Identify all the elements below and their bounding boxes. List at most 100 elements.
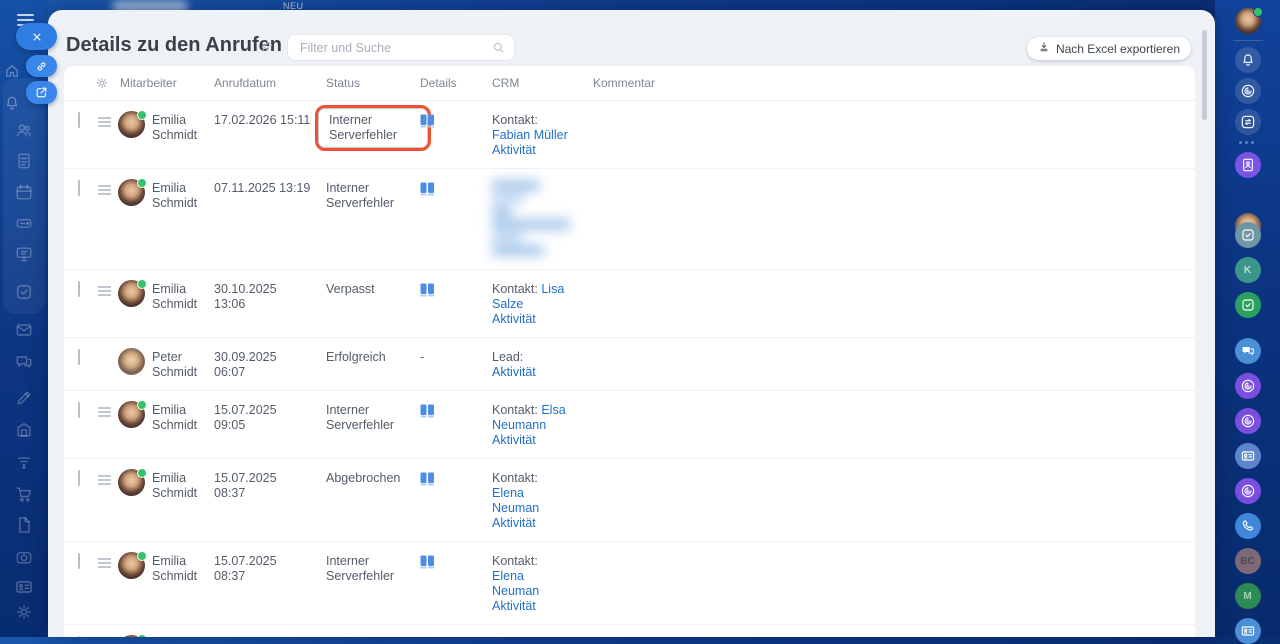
pin-icon[interactable] (259, 39, 274, 54)
crm-contact-link[interactable]: Neumann (492, 418, 546, 432)
col-header-anrufdatum[interactable]: Anrufdatum (214, 76, 326, 90)
crm-activity-link[interactable]: Aktivität (492, 365, 536, 379)
copilot-4-icon[interactable] (1234, 478, 1261, 504)
crm-contact-link[interactable]: Neuman (492, 501, 539, 515)
drag-handle-icon[interactable] (98, 282, 118, 298)
sidebar-item-calendar-icon[interactable] (14, 182, 34, 202)
sidebar-item-drive-icon[interactable] (14, 213, 34, 233)
drag-handle-icon[interactable] (98, 181, 118, 197)
drag-handle-icon[interactable] (98, 471, 118, 487)
right-sidebar: K BC M (1215, 0, 1280, 644)
crm-line: Kontakt: Lisa (492, 282, 565, 296)
call-row: Emilia Schmidt 30.10.2025 13:06 Verpasst Kon… (64, 270, 1195, 338)
crm-contact-link[interactable]: Lisa (541, 282, 564, 296)
sidebar-item-tasks-icon[interactable] (14, 282, 34, 302)
crm-activity-link[interactable]: Aktivität (492, 143, 536, 157)
crm-line: Kontakt: (492, 554, 538, 568)
telephony-icon[interactable] (1234, 513, 1261, 539)
chat-k[interactable]: K (1234, 257, 1261, 283)
crm-contact-link[interactable]: Neuman (492, 584, 539, 598)
crm-contact-link[interactable]: Elena (492, 569, 524, 583)
contact-card-icon[interactable] (1234, 443, 1261, 469)
call-details-icon[interactable] (420, 555, 435, 573)
call-date: 15.07.2025 08:37 (214, 554, 277, 583)
call-details-icon[interactable] (420, 283, 435, 301)
drag-handle-icon[interactable] (98, 113, 118, 129)
tasks-muted-icon[interactable] (1234, 222, 1261, 248)
row-checkbox[interactable] (78, 402, 80, 418)
copilot-3-icon[interactable] (1234, 408, 1261, 434)
row-checkbox[interactable] (78, 281, 80, 297)
crm-line: Aktivität (492, 599, 587, 614)
chat-m[interactable]: M (1234, 583, 1261, 609)
row-checkbox[interactable] (78, 112, 80, 128)
crm-activity-link[interactable]: Aktivität (492, 312, 536, 326)
sidebar-item-employees-icon[interactable] (14, 120, 34, 140)
col-header-kommentar[interactable]: Kommentar (593, 76, 1195, 90)
crm-line: Neuman (492, 501, 587, 516)
notifications-icon[interactable] (1234, 47, 1261, 73)
crm-activity-link[interactable]: Aktivität (492, 599, 536, 613)
sidebar-item-contact-center-icon[interactable] (14, 577, 34, 597)
employee-name: Emilia Schmidt (152, 554, 198, 583)
employee-avatar (118, 178, 147, 206)
profile-avatar[interactable] (1234, 7, 1263, 34)
crm-contact-link[interactable]: Fabian Müller (492, 128, 568, 142)
sidebar-item-vault-icon[interactable] (14, 420, 34, 440)
crm-line: Fabian Müller (492, 128, 587, 143)
call-details-icon[interactable] (420, 182, 435, 200)
drag-handle-icon[interactable] (98, 403, 118, 419)
row-checkbox[interactable] (78, 553, 80, 569)
copilot-icon[interactable] (1234, 78, 1261, 104)
contact-card-2-icon[interactable] (1234, 618, 1261, 644)
col-header-mitarbeiter[interactable]: Mitarbeiter (120, 76, 214, 90)
row-checkbox[interactable] (78, 180, 80, 196)
download-icon (1038, 41, 1050, 56)
col-header-crm[interactable]: CRM (492, 76, 593, 90)
sidebar-item-sign-icon[interactable] (14, 388, 34, 408)
col-header-status[interactable]: Status (326, 76, 420, 90)
sidebar-item-crm-funnel-icon[interactable] (14, 451, 34, 471)
sidebar-item-documents-icon[interactable] (14, 151, 34, 171)
scrollbar-thumb[interactable] (1202, 30, 1207, 120)
crm-activity-link[interactable]: Aktivität (492, 433, 536, 447)
crm-contact-link[interactable]: Elsa (541, 403, 565, 417)
sidebar-item-settings-icon[interactable] (14, 602, 34, 622)
crm-line: Kontakt: (492, 113, 538, 127)
crm-redacted (492, 181, 578, 255)
crm-contact-link[interactable]: Salze (492, 297, 523, 311)
sidebar-item-shop-icon[interactable] (14, 484, 34, 504)
sidebar-item-messenger-icon[interactable] (14, 352, 34, 372)
copy-link-button[interactable] (26, 55, 57, 77)
row-checkbox[interactable] (78, 349, 80, 365)
sidebar-item-mail-icon[interactable] (14, 320, 34, 340)
crm-line: Aktivität (492, 516, 587, 531)
table-settings-gear-icon[interactable] (78, 76, 120, 90)
copilot-2-icon[interactable] (1234, 373, 1261, 399)
contacts-icon[interactable] (1234, 152, 1261, 178)
col-header-details[interactable]: Details (420, 76, 492, 90)
sidebar-item-boards-icon[interactable] (14, 244, 34, 264)
call-status: Abgebrochen (326, 471, 401, 485)
messenger-icon[interactable] (1234, 338, 1261, 364)
crm-line: Kontakt: (492, 471, 538, 485)
row-checkbox[interactable] (78, 470, 80, 486)
crm-cell: Kontakt: Elsa Neumann Aktivität (492, 403, 593, 448)
tasks-green-icon[interactable] (1234, 292, 1261, 318)
search-input[interactable] (287, 34, 515, 61)
export-excel-button[interactable]: Nach Excel exportieren (1026, 37, 1191, 60)
drag-handle-icon[interactable] (98, 554, 118, 570)
call-details-icon[interactable] (420, 404, 435, 422)
close-slider-button[interactable] (16, 23, 57, 50)
chat-bc[interactable]: BC (1234, 548, 1261, 574)
crm-activity-link[interactable]: Aktivität (492, 516, 536, 530)
crm-contact-link[interactable]: Elena (492, 486, 524, 500)
call-status: Interner Serverfehler (326, 181, 395, 210)
employee-avatar (118, 551, 147, 579)
call-details-icon[interactable] (420, 472, 435, 490)
call-details-icon[interactable] (420, 114, 435, 132)
sync-chat-icon[interactable] (1234, 109, 1261, 135)
open-new-tab-button[interactable] (26, 81, 57, 104)
sidebar-item-files-icon[interactable] (14, 515, 34, 535)
sidebar-item-video-icon[interactable] (14, 547, 34, 567)
